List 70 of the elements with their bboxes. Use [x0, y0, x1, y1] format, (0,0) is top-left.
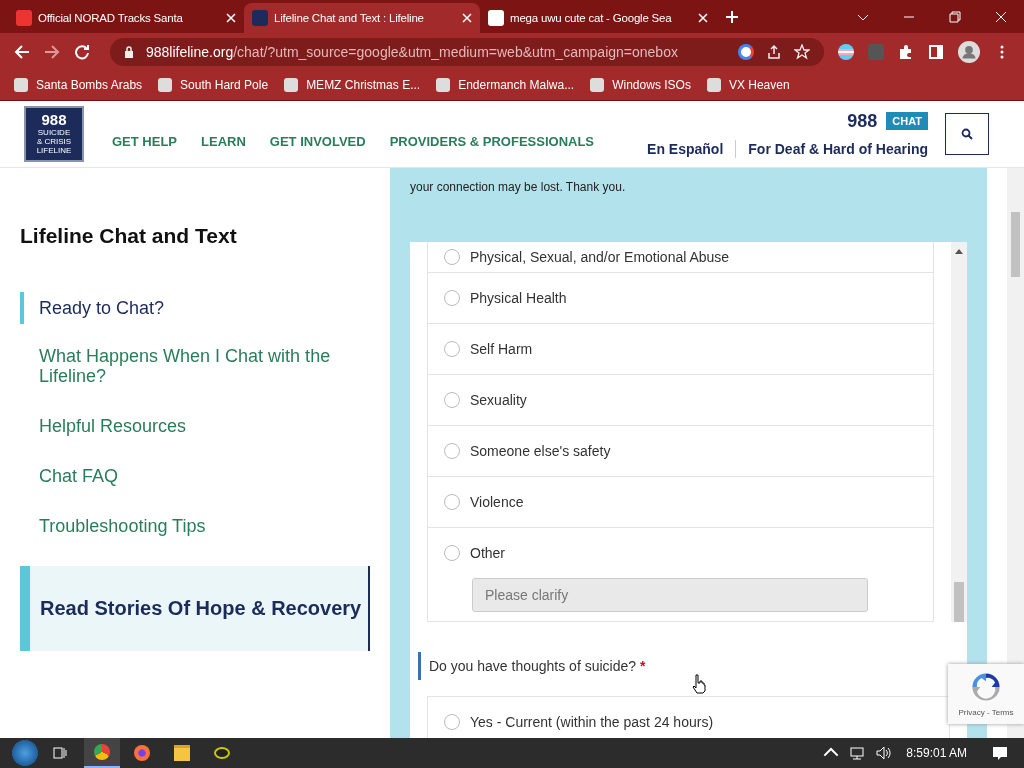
- search-icon: [961, 128, 973, 140]
- chat-number[interactable]: 988: [847, 110, 878, 132]
- clarify-field[interactable]: Please clarify: [472, 578, 868, 612]
- sidebar-link[interactable]: Ready to Chat?: [20, 292, 369, 324]
- radio-option[interactable]: Physical Health: [428, 273, 933, 324]
- chrome-taskbar-icon[interactable]: [84, 738, 120, 768]
- scrollbar-thumb[interactable]: [1011, 212, 1020, 277]
- lock-icon: [124, 45, 134, 58]
- close-icon[interactable]: [226, 13, 236, 23]
- scrollbar-thumb[interactable]: [954, 582, 964, 622]
- bookmark[interactable]: MEMZ Christmas E...: [284, 78, 421, 92]
- close-icon[interactable]: [462, 13, 472, 23]
- favicon-icon: [16, 10, 32, 26]
- notice-text: your connection may be lost. Thank you.: [410, 180, 627, 196]
- radio-option[interactable]: Sexuality: [428, 375, 933, 426]
- recaptcha-badge[interactable]: Privacy - Terms: [948, 664, 1024, 724]
- back-icon[interactable]: [14, 43, 30, 60]
- close-icon[interactable]: [698, 13, 708, 23]
- bookmark[interactable]: Santa Bombs Arabs: [14, 78, 143, 92]
- task-view-icon[interactable]: [52, 745, 68, 761]
- sidebar-link[interactable]: What Happens When I Chat with the Lifeline?: [20, 346, 369, 386]
- radio-option[interactable]: Yes - Current (within the past 24 hours): [428, 697, 949, 738]
- arrow-up-icon[interactable]: [955, 249, 963, 254]
- recaptcha-icon: [969, 670, 1003, 704]
- reload-icon[interactable]: [74, 43, 90, 60]
- volume-icon[interactable]: [875, 745, 892, 761]
- radio-option[interactable]: Physical, Sexual, and/or Emotional Abuse: [428, 242, 933, 273]
- favicon-icon: [488, 10, 504, 26]
- radio-option[interactable]: Someone else's safety: [428, 426, 933, 477]
- star-icon[interactable]: [794, 43, 810, 60]
- bookmark[interactable]: Endermanch Malwa...: [436, 78, 575, 92]
- scrollbar[interactable]: [951, 242, 967, 622]
- story-link[interactable]: Read Stories Of Hope & Recovery: [20, 566, 370, 651]
- nav-link[interactable]: GET INVOLVED: [269, 133, 366, 149]
- radio-option[interactable]: Self Harm: [428, 324, 933, 375]
- hand-cursor-icon: [692, 674, 706, 694]
- forward-icon[interactable]: [44, 43, 60, 60]
- browser-tab[interactable]: mega uwu cute cat - Google Sea: [480, 3, 716, 33]
- favicon-icon: [252, 10, 268, 26]
- lifeline-logo[interactable]: 988 SUICIDE & CRISIS LIFELINE: [24, 106, 84, 162]
- nav-link[interactable]: PROVIDERS & PROFESSIONALS: [389, 133, 595, 149]
- radio-option[interactable]: Other Please clarify: [428, 528, 933, 622]
- browser-tab[interactable]: Official NORAD Tracks Santa: [8, 3, 244, 33]
- bookmark[interactable]: Windows ISOs: [590, 78, 691, 92]
- sidebar-link[interactable]: Chat FAQ: [20, 466, 369, 486]
- chat-button[interactable]: CHAT: [886, 112, 928, 130]
- nav-link[interactable]: LEARN: [201, 133, 246, 149]
- side-panel-icon[interactable]: [928, 43, 944, 60]
- notification-icon[interactable]: [992, 745, 1008, 761]
- address-bar[interactable]: 988lifeline.org/chat/?utm_source=google&utm_medium=web&utm_campaign=onebox: [110, 37, 824, 66]
- browser-tab[interactable]: Lifeline Chat and Text : Lifeline: [244, 3, 480, 33]
- network-icon[interactable]: [849, 745, 866, 761]
- profile-icon[interactable]: [958, 40, 980, 63]
- search-button[interactable]: [945, 113, 989, 155]
- sidebar-link[interactable]: Troubleshooting Tips: [20, 516, 369, 536]
- header-link[interactable]: En Español: [647, 140, 724, 157]
- nav-link[interactable]: GET HELP: [112, 133, 177, 149]
- puzzle-icon[interactable]: [898, 43, 914, 60]
- header-link[interactable]: For Deaf & Hard of Hearing: [748, 140, 928, 157]
- sidebar-title: Lifeline Chat and Text: [20, 224, 238, 248]
- extension-icon[interactable]: [838, 43, 854, 60]
- sidebar-link[interactable]: Helpful Resources: [20, 416, 369, 436]
- clock-text[interactable]: 8:59:01 AM: [906, 746, 967, 760]
- bookmark[interactable]: South Hard Pole: [158, 78, 269, 92]
- close-icon[interactable]: [995, 11, 1007, 23]
- radio-option[interactable]: Violence: [428, 477, 933, 528]
- new-tab-icon[interactable]: [726, 11, 738, 23]
- restore-icon[interactable]: [949, 11, 961, 23]
- share-icon[interactable]: [766, 43, 782, 60]
- bookmark[interactable]: VX Heaven: [706, 78, 790, 92]
